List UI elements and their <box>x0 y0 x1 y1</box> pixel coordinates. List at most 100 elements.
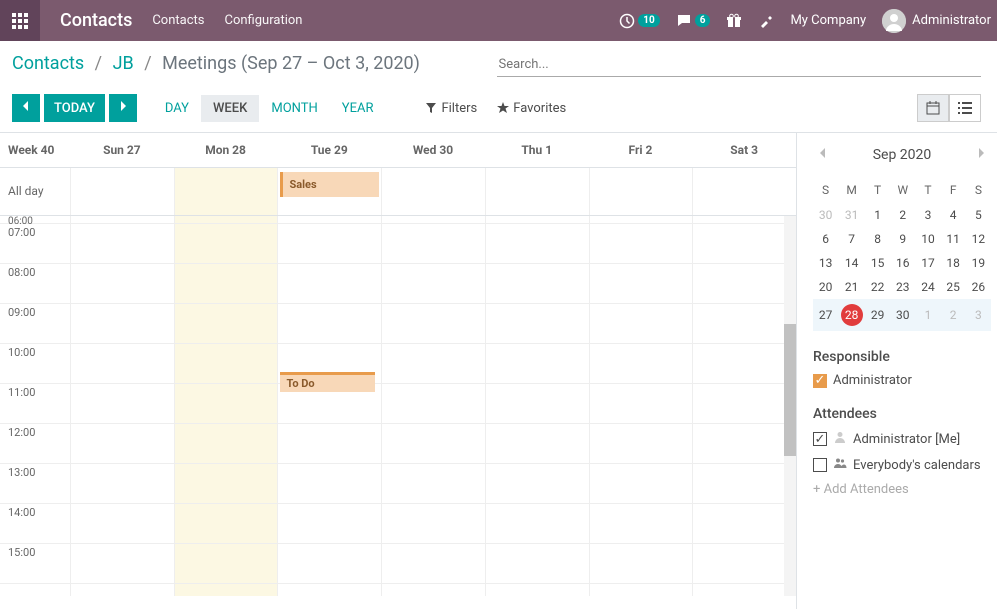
mini-day[interactable]: 9 <box>890 227 915 251</box>
mini-day[interactable]: 6 <box>813 227 838 251</box>
search-input[interactable] <box>497 53 982 76</box>
mini-day[interactable]: 13 <box>813 251 838 275</box>
responsible-item[interactable]: ✓ Administrator <box>813 373 991 388</box>
mini-day[interactable]: 2 <box>941 299 966 331</box>
checkbox-checked-icon[interactable]: ✓ <box>813 432 827 446</box>
day-col-sun[interactable] <box>70 216 174 596</box>
attendee-everybody[interactable]: Everybody's calendars <box>813 456 991 474</box>
mini-day[interactable]: 5 <box>966 203 991 227</box>
mini-day[interactable]: 3 <box>915 203 940 227</box>
mini-day[interactable]: 15 <box>865 251 890 275</box>
event-sales[interactable]: Sales <box>280 172 379 197</box>
messaging-button[interactable]: 6 <box>676 13 711 29</box>
allday-cell[interactable] <box>692 168 796 215</box>
mini-day-today[interactable]: 28 <box>838 299 865 331</box>
mini-row-current: 27 28 2930123 <box>813 299 991 331</box>
day-header-thu[interactable]: Thu 1 <box>485 133 589 167</box>
company-selector[interactable]: My Company <box>790 13 866 28</box>
scale-year[interactable]: YEAR <box>330 95 386 122</box>
mini-day[interactable]: 23 <box>890 275 915 299</box>
allday-cell[interactable]: Sales <box>277 168 381 215</box>
checkbox-unchecked-icon[interactable] <box>813 458 827 472</box>
mini-day[interactable]: 26 <box>966 275 991 299</box>
mini-day[interactable]: 29 <box>865 299 890 331</box>
attendee-me[interactable]: ✓ Administrator [Me] <box>813 430 991 448</box>
mini-day[interactable]: 24 <box>915 275 940 299</box>
allday-cell[interactable] <box>485 168 589 215</box>
mini-day[interactable]: 1 <box>865 203 890 227</box>
scrollbar-thumb[interactable] <box>784 324 796 456</box>
mini-day[interactable]: 11 <box>941 227 966 251</box>
gift-button[interactable] <box>726 13 742 29</box>
day-header-mon[interactable]: Mon 28 <box>174 133 278 167</box>
day-header-wed[interactable]: Wed 30 <box>381 133 485 167</box>
mini-day[interactable]: 16 <box>890 251 915 275</box>
mini-day[interactable]: 31 <box>838 203 865 227</box>
day-col-tue[interactable]: To Do <box>277 216 381 596</box>
mini-day[interactable]: 20 <box>813 275 838 299</box>
day-header-fri[interactable]: Fri 2 <box>589 133 693 167</box>
mini-prev-button[interactable] <box>813 143 833 167</box>
day-col-thu[interactable] <box>485 216 589 596</box>
mini-day[interactable]: 25 <box>941 275 966 299</box>
day-col-wed[interactable] <box>381 216 485 596</box>
mini-next-button[interactable] <box>971 143 991 167</box>
day-header-tue[interactable]: Tue 29 <box>277 133 381 167</box>
scale-week[interactable]: WEEK <box>201 95 259 122</box>
mini-day[interactable]: 30 <box>890 299 915 331</box>
day-col-sat[interactable] <box>692 216 796 596</box>
mini-day[interactable]: 30 <box>813 203 838 227</box>
favorites-button[interactable]: Favorites <box>497 101 566 116</box>
list-icon <box>958 101 972 115</box>
mini-day[interactable]: 1 <box>915 299 940 331</box>
checkbox-checked-icon[interactable]: ✓ <box>813 374 827 388</box>
mini-day[interactable]: 27 <box>813 299 838 331</box>
nav-link-configuration[interactable]: Configuration <box>225 13 303 28</box>
activities-button[interactable]: 10 <box>619 13 659 29</box>
mini-day[interactable]: 2 <box>890 203 915 227</box>
breadcrumb-sep: / <box>144 53 151 74</box>
calendar-container: Week 40 Sun 27 Mon 28 Tue 29 Wed 30 Thu … <box>0 133 997 609</box>
view-list-button[interactable] <box>949 94 981 122</box>
mini-day[interactable]: 19 <box>966 251 991 275</box>
day-header-sun[interactable]: Sun 27 <box>70 133 174 167</box>
day-header-sat[interactable]: Sat 3 <box>692 133 796 167</box>
people-icon <box>833 456 847 474</box>
today-button[interactable]: TODAY <box>44 94 105 122</box>
allday-cell[interactable] <box>381 168 485 215</box>
breadcrumb-root[interactable]: Contacts <box>12 53 84 74</box>
scrollbar[interactable] <box>784 216 796 596</box>
mini-day[interactable]: 21 <box>838 275 865 299</box>
mini-day[interactable]: 3 <box>966 299 991 331</box>
allday-cell[interactable] <box>589 168 693 215</box>
day-col-fri[interactable] <box>589 216 693 596</box>
allday-cell-today[interactable] <box>174 168 278 215</box>
scale-day[interactable]: DAY <box>153 95 201 122</box>
user-menu[interactable]: Administrator <box>882 9 991 33</box>
time-label: 12:00 <box>0 424 70 464</box>
mini-day[interactable]: 22 <box>865 275 890 299</box>
mini-day[interactable]: 8 <box>865 227 890 251</box>
tools-button[interactable] <box>758 13 774 29</box>
view-calendar-button[interactable] <box>917 94 949 122</box>
event-todo[interactable]: To Do <box>280 372 375 392</box>
next-button[interactable] <box>109 94 137 122</box>
prev-button[interactable] <box>12 94 40 122</box>
scale-month[interactable]: MONTH <box>259 95 329 122</box>
filters-button[interactable]: Filters <box>425 101 477 116</box>
add-attendees-link[interactable]: + Add Attendees <box>813 482 991 497</box>
mini-day[interactable]: 14 <box>838 251 865 275</box>
mini-day[interactable]: 18 <box>941 251 966 275</box>
nav-link-contacts[interactable]: Contacts <box>152 13 204 28</box>
mini-day[interactable]: 4 <box>941 203 966 227</box>
allday-cell[interactable] <box>70 168 174 215</box>
apps-launcher-button[interactable] <box>0 0 40 41</box>
mini-day[interactable]: 12 <box>966 227 991 251</box>
mini-day[interactable]: 10 <box>915 227 940 251</box>
app-brand[interactable]: Contacts <box>40 10 152 31</box>
breadcrumb-mid[interactable]: JB <box>113 53 134 74</box>
mini-day[interactable]: 17 <box>915 251 940 275</box>
mini-day[interactable]: 7 <box>838 227 865 251</box>
day-col-mon-today[interactable] <box>174 216 278 596</box>
time-label: 15:00 <box>0 544 70 584</box>
